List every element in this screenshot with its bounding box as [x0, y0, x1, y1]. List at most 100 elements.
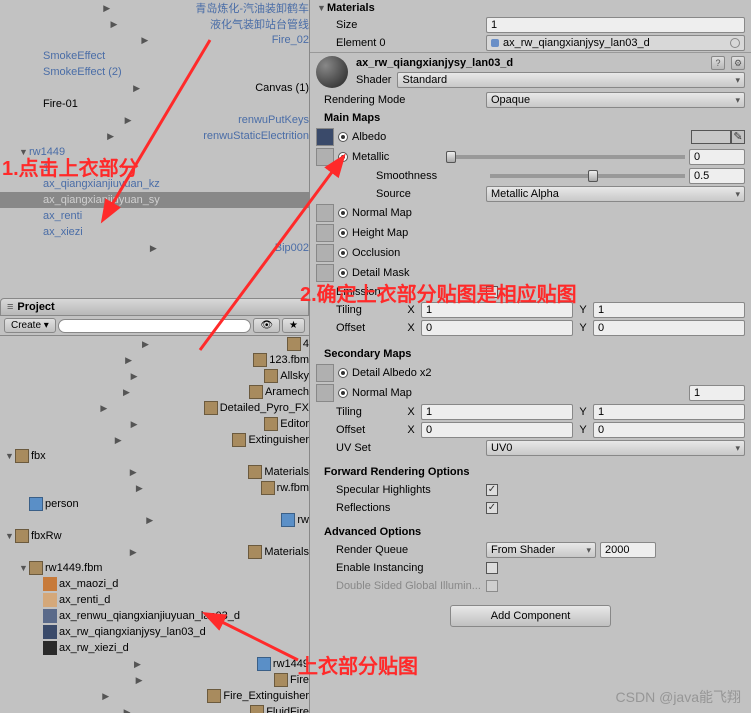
fold-icon[interactable]	[4, 675, 274, 686]
fold-icon[interactable]	[4, 403, 204, 414]
hierarchy-item[interactable]: 液化气装卸站台管线	[0, 16, 309, 32]
hierarchy-item[interactable]: ax_qiangxianjiuyuan_sy	[0, 192, 309, 208]
project-item[interactable]: Detailed_Pyro_FX	[0, 400, 309, 416]
hierarchy-item[interactable]: Canvas (1)	[0, 80, 309, 96]
hierarchy-item[interactable]: renwuPutKeys	[0, 112, 309, 128]
albedo-radio[interactable]	[338, 132, 348, 142]
fold-icon[interactable]	[18, 147, 29, 157]
chevron-down-icon[interactable]	[316, 3, 327, 13]
project-item[interactable]: 4	[0, 336, 309, 352]
rendermode-dropdown[interactable]: Opaque	[486, 92, 745, 108]
offset2-x-input[interactable]	[421, 422, 573, 438]
hierarchy-item[interactable]: SmokeEffect	[0, 48, 309, 64]
project-item[interactable]: Materials	[0, 464, 309, 480]
fold-icon[interactable]	[18, 19, 210, 30]
fold-icon[interactable]	[18, 659, 257, 670]
save-icon[interactable]: ★	[282, 318, 305, 333]
fold-icon[interactable]	[32, 243, 275, 254]
project-item[interactable]: Editor	[0, 416, 309, 432]
secnormal-texslot[interactable]	[316, 384, 334, 402]
hierarchy-item[interactable]: Fire_02	[0, 32, 309, 48]
emission-checkbox[interactable]	[486, 286, 498, 298]
fold-icon[interactable]	[18, 3, 195, 14]
project-item[interactable]: rw1449.fbm	[0, 560, 309, 576]
detailalbedo-texslot[interactable]	[316, 364, 334, 382]
project-item[interactable]: ax_rw_qiangxianjysy_lan03_d	[0, 624, 309, 640]
size-input[interactable]	[486, 17, 745, 33]
element0-ref[interactable]: ax_rw_qiangxianjysy_lan03_d	[486, 35, 745, 51]
filter-icon[interactable]: 👁	[253, 318, 280, 333]
tiling-y-input[interactable]	[593, 302, 745, 318]
albedo-texslot[interactable]	[316, 128, 334, 146]
fold-icon[interactable]	[4, 371, 264, 382]
project-item[interactable]: Fire	[0, 672, 309, 688]
refl-checkbox[interactable]	[486, 502, 498, 514]
fold-icon[interactable]	[18, 35, 272, 46]
fold-icon[interactable]	[18, 467, 248, 478]
fold-icon[interactable]	[18, 563, 29, 573]
fold-icon[interactable]	[4, 339, 287, 350]
fold-icon[interactable]	[4, 387, 249, 398]
fold-icon[interactable]	[18, 515, 281, 526]
hierarchy-item[interactable]: Bip002	[0, 240, 309, 256]
hierarchy-item[interactable]: SmokeEffect (2)	[0, 64, 309, 80]
material-gear-icon[interactable]: ⚙	[731, 56, 745, 70]
project-item[interactable]: ax_maozi_d	[0, 576, 309, 592]
create-button[interactable]: Create ▾	[4, 318, 56, 333]
fold-icon[interactable]	[4, 355, 253, 366]
project-item[interactable]: rw	[0, 512, 309, 528]
fold-icon[interactable]	[18, 131, 203, 142]
hierarchy-item[interactable]: ax_xiezi	[0, 224, 309, 240]
fold-icon[interactable]	[4, 707, 250, 713]
fold-icon[interactable]	[18, 83, 255, 94]
project-item[interactable]: FluidFire	[0, 704, 309, 713]
project-item[interactable]: Aramech	[0, 384, 309, 400]
tiling2-x-input[interactable]	[421, 404, 573, 420]
project-item[interactable]: rw.fbm	[0, 480, 309, 496]
project-item[interactable]: fbx	[0, 448, 309, 464]
tiling-x-input[interactable]	[421, 302, 573, 318]
fold-icon[interactable]	[18, 483, 261, 494]
fold-icon[interactable]	[4, 419, 264, 430]
project-search-input[interactable]	[58, 319, 252, 333]
smoothness-input[interactable]	[689, 168, 745, 184]
fold-icon[interactable]	[4, 435, 232, 446]
spec-checkbox[interactable]	[486, 484, 498, 496]
detailmask-texslot[interactable]	[316, 264, 334, 282]
fold-icon[interactable]	[18, 547, 248, 558]
secnormal-input[interactable]	[689, 385, 745, 401]
metallic-texslot[interactable]	[316, 148, 334, 166]
heightmap-texslot[interactable]	[316, 224, 334, 242]
project-item[interactable]: Fire_Extinguisher	[0, 688, 309, 704]
project-item[interactable]: ax_renti_d	[0, 592, 309, 608]
hierarchy-item[interactable]: renwuStaticElectrition	[0, 128, 309, 144]
metallic-slider[interactable]	[446, 155, 685, 159]
fold-icon[interactable]	[4, 691, 207, 702]
fold-icon[interactable]	[18, 115, 238, 126]
secnormal-radio[interactable]	[338, 388, 348, 398]
offset-y-input[interactable]	[593, 320, 745, 336]
uvset-dropdown[interactable]: UV0	[486, 440, 745, 456]
smoothness-slider[interactable]	[490, 174, 685, 178]
project-tab[interactable]: ≡Project	[0, 298, 309, 316]
albedo-picker-icon[interactable]: ✎	[731, 130, 745, 144]
metallic-input[interactable]	[689, 149, 745, 165]
tiling2-y-input[interactable]	[593, 404, 745, 420]
rq-dropdown[interactable]: From Shader	[486, 542, 596, 558]
occlusion-radio[interactable]	[338, 248, 348, 258]
offset2-y-input[interactable]	[593, 422, 745, 438]
metallic-radio[interactable]	[338, 152, 348, 162]
add-component-button[interactable]: Add Component	[450, 605, 612, 627]
project-item[interactable]: ax_renwu_qiangxianjiuyuan_lan03_d	[0, 608, 309, 624]
fold-icon[interactable]	[4, 451, 15, 461]
project-item[interactable]: rw1449	[0, 656, 309, 672]
detailalbedo-radio[interactable]	[338, 368, 348, 378]
hierarchy-item[interactable]: rw1449	[0, 144, 309, 160]
shader-dropdown[interactable]: Standard	[397, 72, 745, 88]
fold-icon[interactable]	[4, 531, 15, 541]
normalmap-texslot[interactable]	[316, 204, 334, 222]
inst-checkbox[interactable]	[486, 562, 498, 574]
detailmask-radio[interactable]	[338, 268, 348, 278]
project-item[interactable]: Allsky	[0, 368, 309, 384]
hierarchy-item[interactable]: ax_qiangxianjiuyuan_kz	[0, 176, 309, 192]
